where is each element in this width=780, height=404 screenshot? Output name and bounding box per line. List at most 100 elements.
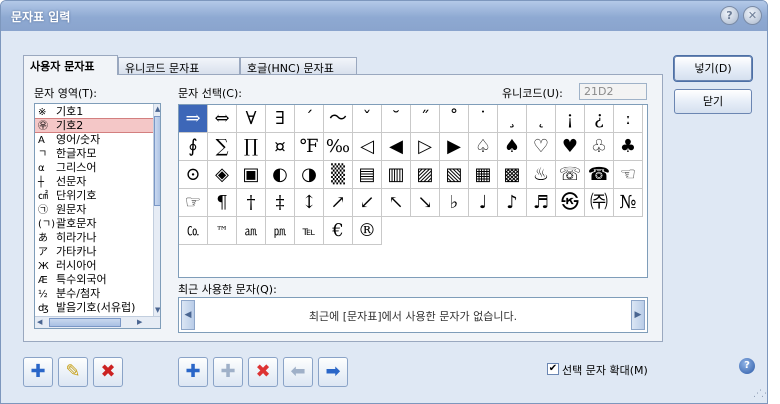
- tab-hnc-charmap[interactable]: 호글(HNC) 문자표: [240, 57, 357, 75]
- symbol-cell[interactable]: ¶: [208, 189, 237, 217]
- area-item[interactable]: ㉾ 기호2: [35, 118, 154, 133]
- symbol-cell[interactable]: ♧: [585, 133, 614, 161]
- symbol-cell[interactable]: ～: [324, 105, 353, 133]
- scroll-left-icon[interactable]: ◀: [37, 318, 42, 326]
- recent-prev-icon[interactable]: ◀: [181, 300, 195, 330]
- symbol-cell[interactable]: ↖: [382, 189, 411, 217]
- symbol-cell[interactable]: ㏘: [266, 217, 295, 245]
- scroll-up-icon[interactable]: ▲: [155, 105, 160, 113]
- symbol-cell[interactable]: ˝: [411, 105, 440, 133]
- symbol-cell[interactable]: ‰: [324, 133, 353, 161]
- symbol-cell[interactable]: ▤: [353, 161, 382, 189]
- symbol-cell[interactable]: ▣: [237, 161, 266, 189]
- scroll-down-icon[interactable]: ▼: [155, 306, 160, 314]
- symbol-cell[interactable]: ™: [208, 217, 237, 245]
- area-item[interactable]: ㎠ 단위기호: [35, 189, 153, 202]
- help-button[interactable]: ?: [720, 6, 739, 25]
- horizontal-scroll-thumb[interactable]: [49, 318, 121, 327]
- area-list[interactable]: ※ 기호1 ㉾ 기호2 A 영어/숫자 ㄱ 한글자모 α 그리스어 ┼ 선문자 ㎠ 단위기호 ㉠ 원문자 (ㄱ)…: [34, 103, 161, 329]
- symbol-cell[interactable]: ¸: [498, 105, 527, 133]
- area-item[interactable]: ㄱ 한글자모: [35, 147, 153, 160]
- symbol-cell[interactable]: ℉: [295, 133, 324, 161]
- symbol-cell[interactable]: ∮: [179, 133, 208, 161]
- add-area-button[interactable]: ✚: [23, 357, 53, 387]
- symbol-cell[interactable]: ㈜: [585, 189, 614, 217]
- tab-user-charmap[interactable]: 사용자 문자표: [23, 55, 118, 75]
- symbol-cell[interactable]: №: [614, 189, 643, 217]
- delete-char-button[interactable]: ✖: [248, 357, 278, 387]
- vertical-scroll-thumb[interactable]: [154, 116, 160, 206]
- symbol-cell[interactable]: ∑: [208, 133, 237, 161]
- move-right-button[interactable]: ➡: [318, 357, 348, 387]
- scroll-right-icon[interactable]: ▶: [137, 318, 142, 326]
- insert-button[interactable]: 넣기(D): [673, 55, 753, 82]
- symbol-cell[interactable]: ▨: [411, 161, 440, 189]
- area-item[interactable]: ※ 기호1: [35, 105, 153, 118]
- enlarge-checkbox[interactable]: ✔: [547, 363, 559, 375]
- close-window-button[interactable]: ✕: [743, 6, 762, 25]
- symbol-cell[interactable]: ☎: [585, 161, 614, 189]
- area-item[interactable]: Æ 특수외국어: [35, 273, 153, 286]
- symbol-cell[interactable]: ☏: [556, 161, 585, 189]
- area-item[interactable]: A 영어/숫자: [35, 133, 153, 146]
- symbol-cell[interactable]: ¿: [585, 105, 614, 133]
- area-item[interactable]: ㉠ 원문자: [35, 203, 153, 216]
- area-item[interactable]: ア 가타카나: [35, 245, 153, 258]
- symbol-grid[interactable]: ⇒ ⇔ ∀ ∃ ´ ～ ˇ ˘ ˝ ˚ ˙ ¸ ˛ ¡ ¿ ː ∮ ∑ ∏ ¤ ℉ ‰ ◁ ◀ ▷ ▶ ♤ ♠ ♡ ♥ ♧ ♣ ⊙ ◈ ▣ ◐ ◑ ▒ ▤ ▥…: [178, 104, 648, 278]
- close-button[interactable]: 닫기: [674, 89, 752, 114]
- symbol-cell[interactable]: ˛: [527, 105, 556, 133]
- symbol-cell[interactable]: ▦: [469, 161, 498, 189]
- symbol-cell[interactable]: ↗: [324, 189, 353, 217]
- symbol-cell[interactable]: ☜: [614, 161, 643, 189]
- symbol-cell[interactable]: ℡: [295, 217, 324, 245]
- vertical-scrollbar[interactable]: ▲ ▼: [153, 104, 160, 316]
- symbol-cell[interactable]: ⇔: [208, 105, 237, 133]
- symbol-cell[interactable]: ♣: [614, 133, 643, 161]
- symbol-cell[interactable]: ˙: [469, 105, 498, 133]
- symbol-cell[interactable]: ∀: [237, 105, 266, 133]
- symbol-cell[interactable]: ´: [295, 105, 324, 133]
- symbol-cell[interactable]: ♤: [469, 133, 498, 161]
- symbol-cell[interactable]: ◑: [295, 161, 324, 189]
- symbol-cell[interactable]: ¤: [266, 133, 295, 161]
- symbol-cell[interactable]: ▧: [440, 161, 469, 189]
- symbol-cell[interactable]: ◀: [382, 133, 411, 161]
- symbol-cell[interactable]: ‡: [266, 189, 295, 217]
- area-item[interactable]: ┼ 선문자: [35, 175, 153, 188]
- area-item[interactable]: Ж 러시아어: [35, 259, 153, 272]
- area-item[interactable]: (ㄱ)괄호문자: [35, 217, 153, 230]
- edit-area-button[interactable]: ✎: [58, 357, 88, 387]
- symbol-cell[interactable]: ¡: [556, 105, 585, 133]
- symbol-cell[interactable]: ♠: [498, 133, 527, 161]
- tab-unicode-charmap[interactable]: 유니코드 문자표: [118, 57, 240, 75]
- help-icon[interactable]: ?: [739, 358, 755, 374]
- symbol-cell[interactable]: ∃: [266, 105, 295, 133]
- symbol-cell[interactable]: ⊙: [179, 161, 208, 189]
- symbol-cell[interactable]: ♪: [498, 189, 527, 217]
- symbol-cell[interactable]: ˘: [382, 105, 411, 133]
- symbol-cell[interactable]: ㏂: [237, 217, 266, 245]
- symbol-cell[interactable]: ☞: [179, 189, 208, 217]
- recent-next-icon[interactable]: ▶: [631, 300, 645, 330]
- symbol-cell[interactable]: ◈: [208, 161, 237, 189]
- delete-area-button[interactable]: ✖: [93, 357, 123, 387]
- area-item[interactable]: あ 히라가나: [35, 231, 153, 244]
- symbol-cell[interactable]: ⇒: [179, 105, 208, 133]
- add-char-button[interactable]: ✚: [178, 357, 208, 387]
- symbol-cell[interactable]: ♭: [440, 189, 469, 217]
- resize-grip-icon[interactable]: ⋰⋰: [753, 389, 767, 399]
- symbol-cell[interactable]: ♡: [527, 133, 556, 161]
- symbol-cell[interactable]: ː: [614, 105, 643, 133]
- symbol-cell[interactable]: ∏: [237, 133, 266, 161]
- area-item[interactable]: ½ 분수/첨자: [35, 287, 153, 300]
- symbol-cell[interactable]: ◐: [266, 161, 295, 189]
- symbol-cell[interactable]: ↘: [411, 189, 440, 217]
- symbol-cell[interactable]: ▥: [382, 161, 411, 189]
- symbol-cell[interactable]: ♩: [469, 189, 498, 217]
- symbol-cell[interactable]: ♥: [556, 133, 585, 161]
- symbol-cell[interactable]: ▩: [498, 161, 527, 189]
- symbol-cell[interactable]: †: [237, 189, 266, 217]
- area-item[interactable]: ʤ 발음기호(서유럽): [35, 301, 153, 314]
- unicode-input[interactable]: 21D2: [579, 83, 647, 100]
- symbol-cell[interactable]: ㏇: [179, 217, 208, 245]
